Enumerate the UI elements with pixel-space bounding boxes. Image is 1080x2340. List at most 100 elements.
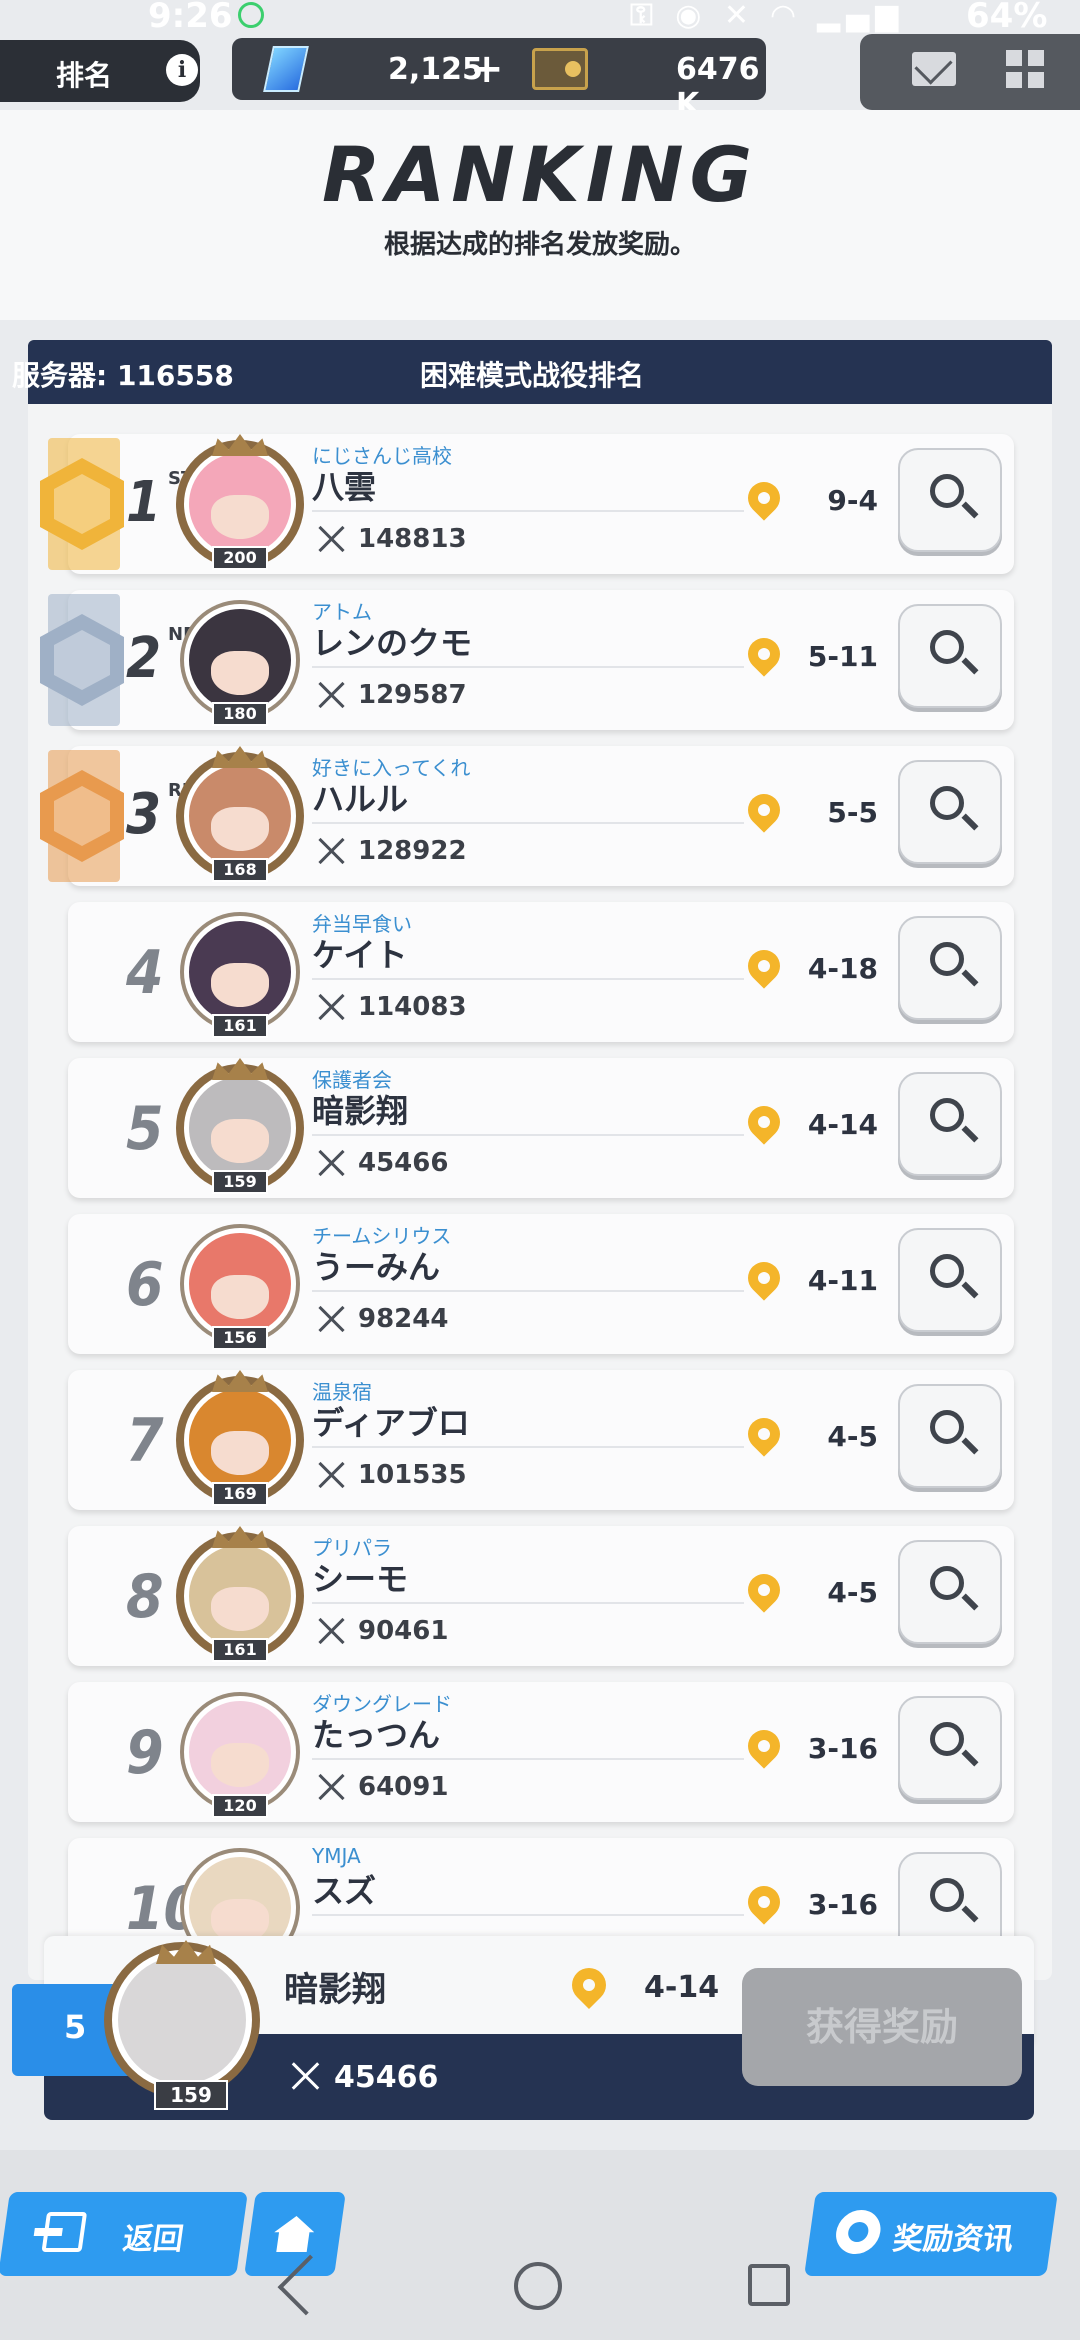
rank-number: 7 bbox=[126, 1406, 164, 1476]
rank-number: 1 bbox=[126, 470, 162, 535]
status-icons: ⚿ ◉ ✕ ◠ ▂▄▆ bbox=[630, 0, 905, 33]
player-level: 159 bbox=[212, 1170, 268, 1194]
battery-level: 64% bbox=[966, 0, 1048, 36]
player-name: ディアブロ bbox=[312, 1404, 470, 1442]
avatar bbox=[184, 1072, 296, 1184]
ranking-tab-label: 排名 bbox=[56, 59, 113, 92]
search-icon bbox=[930, 1410, 964, 1444]
claim-reward-button[interactable]: 获得奖励 bbox=[742, 1968, 1022, 2086]
combat-power: 45466 bbox=[358, 1148, 449, 1178]
ranking-row[interactable]: 8 161 プリパラ シーモ 90461 4-5 bbox=[68, 1526, 1014, 1666]
crystal-count: 2,125 bbox=[388, 52, 483, 87]
inspect-button[interactable] bbox=[898, 604, 1002, 708]
search-icon bbox=[930, 1878, 964, 1912]
player-level: 169 bbox=[212, 1482, 268, 1506]
ranking-row[interactable]: 5 159 保護者会 暗影翔 45466 4-14 bbox=[68, 1058, 1014, 1198]
combat-power: 114083 bbox=[358, 992, 467, 1022]
stage-progress: 4-5 bbox=[827, 1420, 878, 1453]
ranking-row[interactable]: 9 120 ダウングレード たっつん 64091 3-16 bbox=[68, 1682, 1014, 1822]
crown-icon bbox=[212, 746, 268, 768]
info-icon[interactable]: i bbox=[166, 54, 198, 86]
inspect-button[interactable] bbox=[898, 1696, 1002, 1800]
combat-power: 129587 bbox=[358, 680, 467, 710]
ranking-row[interactable]: 3 RD 168 好きに入ってくれ ハルル 128922 5-5 bbox=[40, 746, 1014, 886]
ranking-row[interactable]: 4 161 弁当早食い ケイト 114083 4-18 bbox=[68, 902, 1014, 1042]
inspect-button[interactable] bbox=[898, 1852, 1002, 1938]
ranking-row[interactable]: 7 169 温泉宿 ディアブロ 101535 4-5 bbox=[68, 1370, 1014, 1510]
divider bbox=[312, 822, 744, 824]
search-icon bbox=[930, 1098, 964, 1132]
divider bbox=[312, 1446, 744, 1448]
crossed-swords-icon bbox=[316, 524, 346, 554]
avatar bbox=[184, 916, 296, 1028]
back-button-label: 返回 bbox=[120, 2222, 186, 2257]
divider bbox=[312, 1290, 744, 1292]
exit-icon bbox=[41, 2212, 88, 2252]
reward-info-button[interactable]: 奖励资讯 bbox=[804, 2192, 1058, 2276]
app-indicator-icon bbox=[238, 2, 264, 28]
player-name: シーモ bbox=[312, 1560, 409, 1598]
crossed-swords-icon bbox=[290, 2060, 322, 2092]
credit-icon bbox=[532, 48, 588, 90]
inspect-button[interactable] bbox=[898, 1072, 1002, 1176]
player-level: 200 bbox=[212, 546, 268, 570]
search-icon bbox=[930, 474, 964, 508]
player-level: 161 bbox=[212, 1014, 268, 1038]
status-time: 9:26 bbox=[148, 0, 233, 36]
stage-progress: 4-5 bbox=[827, 1576, 878, 1609]
avatar bbox=[184, 760, 296, 872]
ranking-row[interactable]: 1 ST 200 にじさんじ高校 八雲 148813 9-4 bbox=[40, 434, 1014, 574]
android-recents-icon[interactable] bbox=[748, 2264, 790, 2306]
divider bbox=[312, 1914, 744, 1916]
search-icon bbox=[930, 1566, 964, 1600]
medal-icon bbox=[833, 2210, 884, 2254]
menu-grid-icon[interactable] bbox=[1006, 50, 1044, 88]
home-button[interactable] bbox=[244, 2192, 346, 2276]
back-button[interactable]: 返回 bbox=[0, 2192, 248, 2276]
inspect-button[interactable] bbox=[898, 916, 1002, 1020]
avatar bbox=[184, 448, 296, 560]
crossed-swords-icon bbox=[316, 1148, 346, 1178]
rank-number: 2 bbox=[126, 626, 162, 691]
avatar bbox=[184, 1852, 296, 1938]
crossed-swords-icon bbox=[316, 1616, 346, 1646]
mail-icon[interactable] bbox=[912, 52, 956, 86]
inspect-button[interactable] bbox=[898, 1540, 1002, 1644]
my-level: 159 bbox=[154, 2080, 228, 2110]
ranking-list[interactable]: 1 ST 200 にじさんじ高校 八雲 148813 9-4 2 ND 180 アトム レンのクモ 12… bbox=[28, 428, 1052, 1938]
player-level: 156 bbox=[212, 1326, 268, 1350]
stage-progress: 4-18 bbox=[807, 952, 878, 985]
inspect-button[interactable] bbox=[898, 1384, 1002, 1488]
top-right-menu bbox=[860, 34, 1080, 110]
stage-progress: 5-11 bbox=[807, 640, 878, 673]
search-icon bbox=[930, 630, 964, 664]
ranking-row[interactable]: 6 156 チームシリウス うーみん 98244 4-11 bbox=[68, 1214, 1014, 1354]
my-name: 暗影翔 bbox=[284, 1970, 386, 2010]
player-name: 八雲 bbox=[312, 468, 377, 506]
home-icon bbox=[271, 2216, 316, 2252]
player-name: たっつん bbox=[312, 1716, 441, 1754]
inspect-button[interactable] bbox=[898, 1228, 1002, 1332]
rank-number: 4 bbox=[126, 938, 164, 1008]
android-home-icon[interactable] bbox=[514, 2262, 562, 2310]
divider bbox=[312, 978, 744, 980]
player-name: ハルル bbox=[312, 780, 409, 818]
page-subtitle: 根据达成的排名发放奖励。 bbox=[383, 230, 696, 260]
inspect-button[interactable] bbox=[898, 448, 1002, 552]
inspect-button[interactable] bbox=[898, 760, 1002, 864]
divider bbox=[312, 1602, 744, 1604]
player-name: スズ bbox=[312, 1872, 377, 1910]
player-name: ケイト bbox=[312, 936, 408, 974]
ranking-row[interactable]: 2 ND 180 アトム レンのクモ 129587 5-11 bbox=[40, 590, 1014, 730]
player-name: レンのクモ bbox=[312, 624, 473, 662]
my-rank-number: 5 bbox=[64, 2008, 87, 2046]
ranking-category: 困难模式战役排名 bbox=[420, 359, 645, 392]
avatar bbox=[184, 1228, 296, 1340]
search-icon bbox=[930, 1722, 964, 1756]
add-crystal-button[interactable]: + bbox=[470, 46, 504, 92]
rank-number: 6 bbox=[126, 1250, 164, 1320]
ranking-row[interactable]: 10 YMJA スズ 3-16 bbox=[68, 1838, 1014, 1938]
combat-power: 148813 bbox=[358, 524, 467, 554]
crown-icon bbox=[212, 434, 268, 456]
ranking-tab[interactable]: 排名 i bbox=[0, 40, 200, 102]
